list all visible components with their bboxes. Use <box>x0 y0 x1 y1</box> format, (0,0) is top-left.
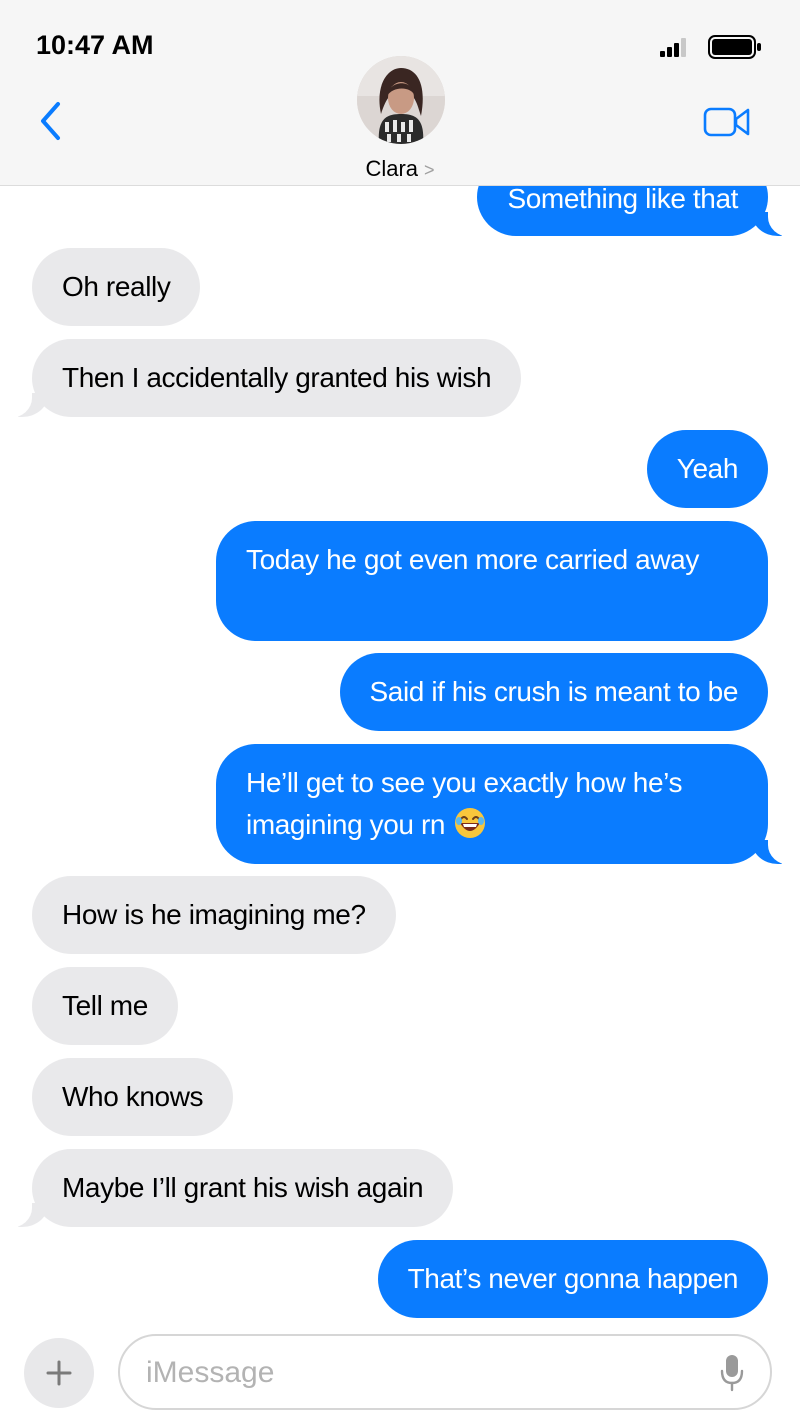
message-bubble-incoming[interactable]: Maybe I’ll grant his wish again <box>0 1149 454 1228</box>
back-chevron-icon[interactable] <box>38 100 64 142</box>
rolling-on-floor-laughing-emoji-icon <box>455 808 486 838</box>
message-text: Who knows <box>62 1081 204 1112</box>
message-bubble-outgoing[interactable]: Yeah <box>646 430 768 508</box>
add-attachment-button[interactable] <box>24 1338 94 1408</box>
video-camera-icon[interactable] <box>703 106 751 138</box>
message-text: Said if his crush is meant to be <box>369 676 739 707</box>
contact-avatar[interactable] <box>357 56 445 144</box>
microphone-icon[interactable] <box>720 1354 744 1392</box>
message-bubble-incoming[interactable]: Who knows <box>32 1058 234 1136</box>
cellular-signal-icon <box>660 38 686 57</box>
message-text: Something like that <box>507 183 738 214</box>
message-bubble-incoming[interactable]: Oh really <box>32 248 201 326</box>
message-bubble-outgoing[interactable]: Today he got even more carried away <box>216 521 768 641</box>
message-bubble-incoming[interactable]: How is he imagining me? <box>32 876 396 954</box>
contact-name-row[interactable]: Clara > <box>0 156 800 182</box>
message-text: Tell me <box>62 990 148 1021</box>
messages-screen: 10:47 AM Clara > Something like that Oh … <box>0 0 800 1422</box>
contact-name: Clara <box>365 156 419 181</box>
message-text: Maybe I’ll grant his wish again <box>62 1172 424 1203</box>
avatar-image <box>357 56 445 144</box>
chevron-right-icon: > <box>424 160 435 180</box>
message-bubble-incoming[interactable]: Tell me <box>32 967 178 1045</box>
message-text: That’s never gonna happen <box>407 1263 739 1294</box>
plus-icon <box>46 1360 72 1386</box>
message-bubble-outgoing[interactable]: He’ll get to see you exactly how he’s im… <box>216 744 800 865</box>
status-time: 10:47 AM <box>36 30 154 60</box>
message-bubble-outgoing[interactable]: That’s never gonna happen <box>377 1240 768 1318</box>
message-text: How is he imagining me? <box>62 899 366 930</box>
message-text: Then I accidentally granted his wish <box>62 362 492 393</box>
message-text: Yeah <box>676 453 739 484</box>
message-bubble-outgoing[interactable]: Said if his crush is meant to be <box>339 653 768 731</box>
battery-icon <box>708 35 761 59</box>
message-composer[interactable] <box>118 1334 772 1410</box>
message-bubble-incoming[interactable]: Then I accidentally granted his wish <box>0 339 522 418</box>
imessage-input[interactable] <box>146 1350 706 1396</box>
conversation-header: 10:47 AM Clara > <box>0 0 800 186</box>
message-text: Today he got even more carried away <box>246 544 699 575</box>
message-text: Oh really <box>62 271 171 302</box>
